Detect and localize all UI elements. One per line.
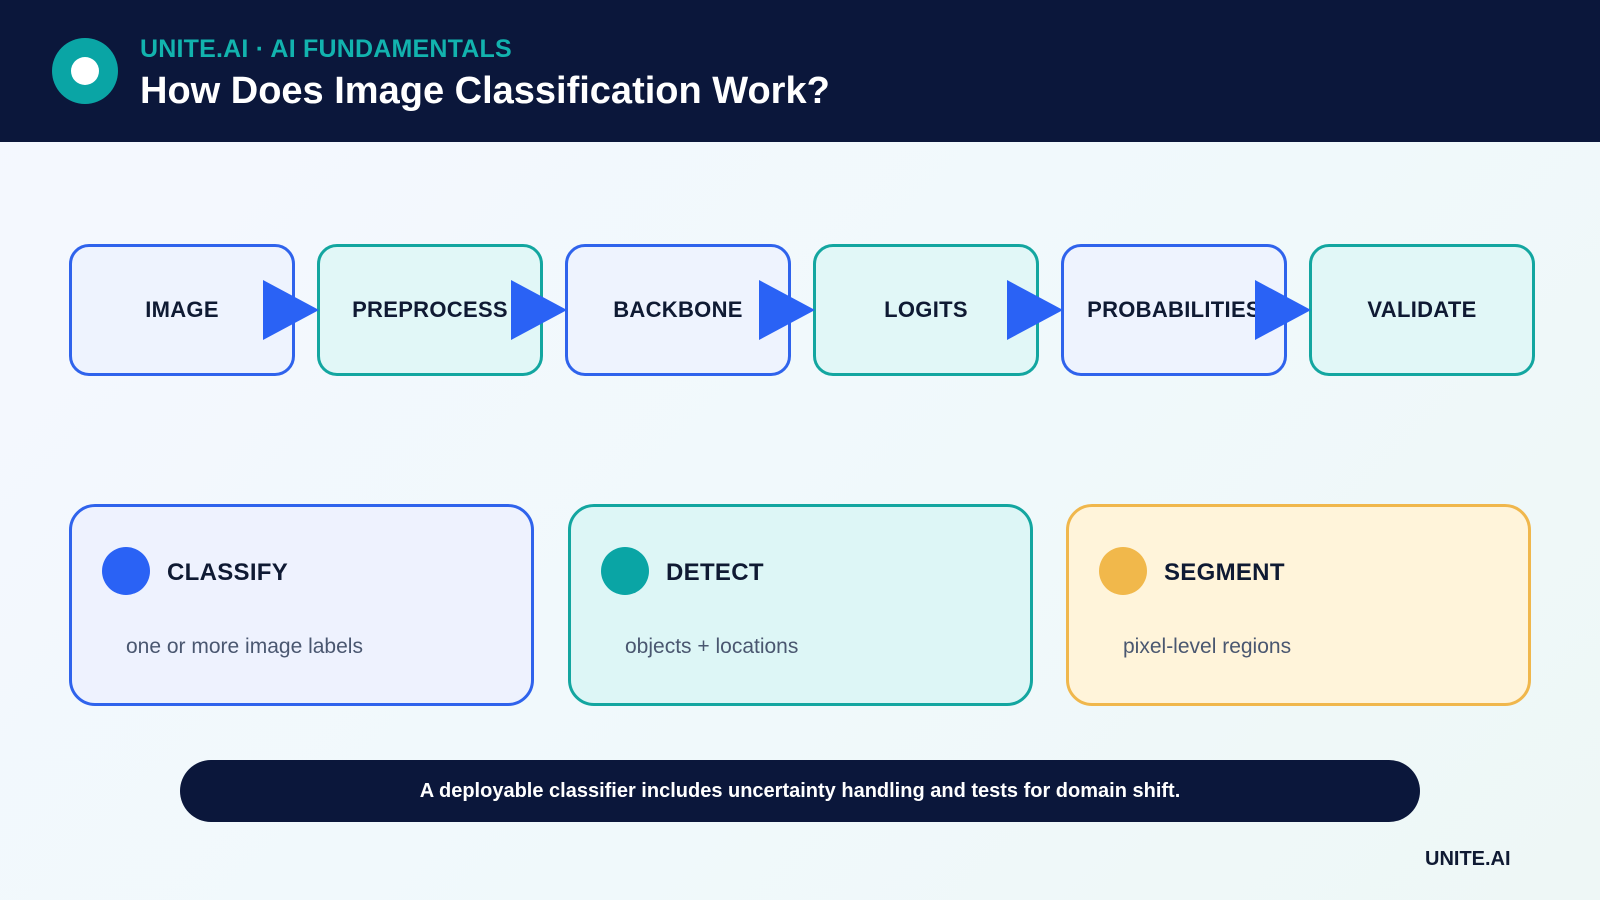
stage-label: LOGITS — [884, 297, 968, 322]
pipeline-stage-image: IMAGE — [69, 244, 295, 376]
flow-arrow-icon — [511, 280, 567, 340]
stage-label: BACKBONE — [613, 297, 743, 322]
summary-banner: A deployable classifier includes uncerta… — [180, 760, 1420, 822]
pipeline-stage-validate: VALIDATE — [1309, 244, 1535, 376]
pipeline-stage-probabilities: PROBABILITIES — [1061, 244, 1287, 376]
task-card-segment: SEGMENT pixel-level regions — [1066, 504, 1531, 706]
card-description: objects + locations — [625, 635, 799, 658]
classify-dot-icon — [102, 547, 150, 595]
stage-label: PROBABILITIES — [1087, 297, 1261, 322]
page-title: How Does Image Classification Work? — [140, 70, 830, 112]
stage-label: PREPROCESS — [352, 297, 508, 322]
flow-arrow-icon — [263, 280, 319, 340]
footer-brand: UNITE.AI — [1425, 848, 1511, 870]
flow-arrow-icon — [1255, 280, 1311, 340]
flow-arrow-icon — [759, 280, 815, 340]
pipeline-stage-logits: LOGITS — [813, 244, 1039, 376]
card-title: CLASSIFY — [167, 559, 289, 586]
brand-logo-icon — [52, 38, 118, 104]
segment-dot-icon — [1099, 547, 1147, 595]
header-bar: UNITE.AI · AI FUNDAMENTALS How Does Imag… — [0, 0, 1600, 142]
card-title: DETECT — [666, 559, 764, 586]
banner-text: A deployable classifier includes uncerta… — [419, 779, 1181, 802]
flow-arrow-icon — [1007, 280, 1063, 340]
card-description: pixel-level regions — [1123, 635, 1292, 658]
task-card-detect: DETECT objects + locations — [568, 504, 1033, 706]
detect-dot-icon — [601, 547, 649, 595]
header-kicker: UNITE.AI · AI FUNDAMENTALS — [140, 35, 512, 63]
pipeline-stage-preprocess: PREPROCESS — [317, 244, 543, 376]
pipeline-stage-backbone: BACKBONE — [565, 244, 791, 376]
card-title: SEGMENT — [1164, 559, 1285, 586]
card-description: one or more image labels — [126, 635, 363, 658]
task-card-classify: CLASSIFY one or more image labels — [69, 504, 534, 706]
stage-label: IMAGE — [145, 297, 219, 322]
stage-label: VALIDATE — [1367, 297, 1477, 322]
brand-logo-dot — [71, 57, 99, 85]
